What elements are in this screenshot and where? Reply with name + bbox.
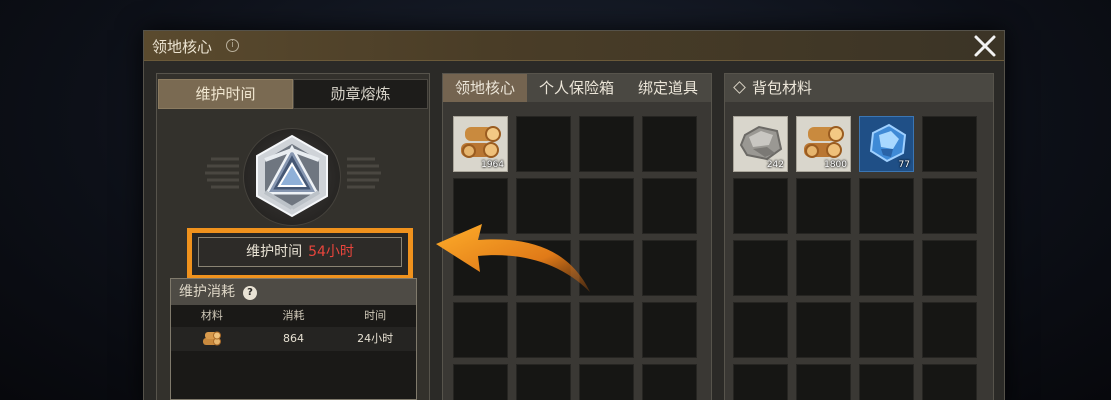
close-icon [974,35,996,57]
help-icon[interactable]: ? [243,286,257,300]
empty-item-slot[interactable] [516,302,571,358]
maintenance-cost-title: 维护消耗 [179,284,235,300]
wood-logs-icon [461,126,501,158]
pointer-arrow-icon [436,224,590,292]
col-cost: 消耗 [282,309,305,322]
territory-core-icon [256,134,328,218]
maintenance-tabs: 维护时间 勋章熔炼 [158,79,428,109]
storage-tabs: 领地核心 个人保险箱 绑定道具 [443,74,711,102]
empty-item-slot[interactable] [859,302,914,358]
empty-item-slot[interactable] [922,302,977,358]
maintain-time-display: 维护时间 54小时 [198,237,402,267]
empty-item-slot[interactable] [922,178,977,234]
backpack-grid: 242 1800 77 [733,116,977,400]
backpack-header: 背包材料 [725,74,993,102]
tab-medal-smelt[interactable]: 勋章熔炼 [293,79,428,109]
item-quantity: 77 [898,160,910,170]
cost-cell: 864 [283,332,304,345]
empty-item-slot[interactable] [733,178,788,234]
empty-item-slot[interactable] [922,240,977,296]
maintain-time-value: 54小时 [308,244,354,260]
empty-item-slot[interactable] [579,364,634,400]
table-header: 材料 消耗 时间 [171,305,416,327]
empty-item-slot[interactable] [733,364,788,400]
item-slot-stone[interactable]: 242 [733,116,788,172]
empty-item-slot[interactable] [453,364,508,400]
empty-item-slot[interactable] [922,364,977,400]
left-stripes-decoration [205,157,239,189]
empty-item-slot[interactable] [453,302,508,358]
col-material: 材料 [200,309,223,322]
empty-item-slot[interactable] [796,302,851,358]
backpack-title: 背包材料 [752,79,813,97]
time-cell: 24小时 [357,332,394,345]
close-button[interactable] [972,33,998,59]
diamond-icon [733,81,746,94]
crystal-icon [869,123,907,163]
item-quantity: 1964 [481,160,504,170]
material-cell [171,327,253,351]
empty-item-slot[interactable] [579,116,634,172]
item-quantity: 1800 [824,160,847,170]
wood-logs-icon [804,126,844,158]
title-bar: 领地核心 i [144,31,1004,61]
item-slot-wood[interactable]: 1800 [796,116,851,172]
right-stripes-decoration [347,157,381,189]
empty-item-slot[interactable] [733,240,788,296]
col-time: 时间 [364,309,387,322]
empty-item-slot[interactable] [859,240,914,296]
item-slot-crystal[interactable]: 77 [859,116,914,172]
empty-item-slot[interactable] [516,116,571,172]
tab-personal-safe[interactable]: 个人保险箱 [527,74,626,102]
tab-territory-core[interactable]: 领地核心 [443,74,528,102]
maintenance-panel: 维护时间 勋章熔炼 维护时间 54小时 维护消耗 ? 材料 消耗 时间 864 … [156,73,430,400]
empty-item-slot[interactable] [796,178,851,234]
empty-item-slot[interactable] [922,116,977,172]
empty-item-slot[interactable] [642,302,697,358]
maintain-time-label: 维护时间 [246,244,303,260]
window-title: 领地核心 [152,38,213,56]
wood-logs-icon [202,331,221,346]
core-display [157,118,429,228]
empty-item-slot[interactable] [796,364,851,400]
maintenance-cost-table: 维护消耗? 材料 消耗 时间 864 24小时 [170,278,417,400]
stone-icon [739,125,783,161]
empty-item-slot[interactable] [642,364,697,400]
tab-bound-items[interactable]: 绑定道具 [626,74,710,102]
empty-item-slot[interactable] [579,302,634,358]
info-icon[interactable]: i [226,39,239,52]
maintain-time-highlight: 维护时间 54小时 [187,228,413,280]
empty-item-slot[interactable] [516,364,571,400]
maintenance-cost-header: 维护消耗? [171,279,416,305]
item-slot-wood[interactable]: 1964 [453,116,508,172]
tab-maintain-time[interactable]: 维护时间 [158,79,293,109]
empty-item-slot[interactable] [859,178,914,234]
empty-item-slot[interactable] [642,178,697,234]
table-row: 864 24小时 [171,327,416,351]
backpack-panel: 背包材料 242 1800 77 [724,73,994,400]
empty-item-slot[interactable] [642,240,697,296]
empty-item-slot[interactable] [796,240,851,296]
empty-item-slot[interactable] [859,364,914,400]
item-quantity: 242 [766,160,784,170]
empty-item-slot[interactable] [642,116,697,172]
empty-item-slot[interactable] [733,302,788,358]
